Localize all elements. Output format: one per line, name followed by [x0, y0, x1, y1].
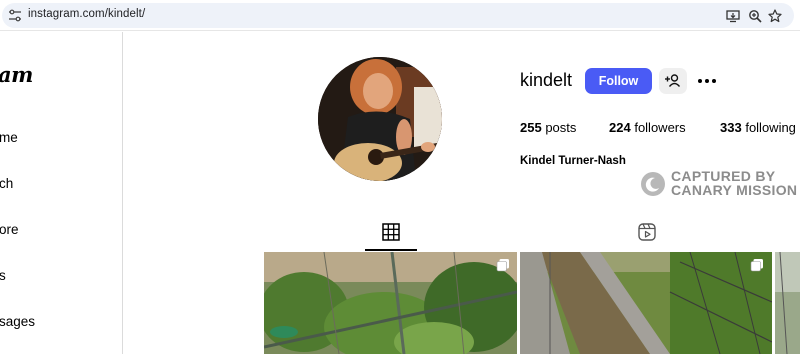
- post-thumbnail[interactable]: [775, 252, 800, 354]
- zoom-icon[interactable]: [748, 9, 762, 23]
- watermark-line1: CAPTURED BY: [671, 168, 776, 184]
- site-info-icon[interactable]: [8, 9, 22, 22]
- browser-toolbar: instagram.com/kindelt/: [0, 0, 800, 31]
- followers-count: 224: [609, 120, 631, 135]
- post-image-garden-trellis: [264, 252, 517, 354]
- url-text[interactable]: instagram.com/kindelt/: [28, 8, 145, 20]
- canary-logo-icon: [641, 172, 665, 196]
- post-image-partial: [775, 252, 800, 354]
- suggested-users-button[interactable]: [659, 68, 687, 94]
- active-tab-indicator: [365, 249, 417, 251]
- bookmark-star-icon[interactable]: [768, 9, 782, 23]
- sidebar-item-reels[interactable]: s: [0, 268, 6, 283]
- tab-reels[interactable]: [637, 222, 657, 250]
- canary-mission-watermark: CAPTURED BY CANARY MISSION: [641, 169, 800, 199]
- profile-full-name: Kindel Turner-Nash: [520, 155, 626, 167]
- tab-posts[interactable]: [381, 222, 401, 250]
- carousel-icon: [750, 259, 763, 272]
- grid-icon: [382, 223, 400, 241]
- instagram-logo[interactable]: am: [0, 62, 33, 87]
- more-icon: [698, 79, 716, 83]
- followers-label: followers: [634, 120, 686, 135]
- post-image-raised-bed: [520, 252, 772, 354]
- follow-button[interactable]: Follow: [585, 68, 652, 94]
- post-thumbnail[interactable]: [520, 252, 772, 354]
- install-app-icon[interactable]: [726, 9, 740, 23]
- sidebar-item-explore[interactable]: ore: [0, 222, 19, 237]
- add-user-icon: [665, 74, 681, 87]
- posts-count: 255: [520, 120, 542, 135]
- sidebar-item-search[interactable]: ch: [0, 176, 13, 191]
- following-stat[interactable]: 333 following: [720, 120, 796, 135]
- following-label: following: [745, 120, 796, 135]
- avatar-photo: [318, 57, 442, 181]
- profile-username: kindelt: [520, 70, 573, 90]
- posts-stat: 255 posts: [520, 120, 576, 135]
- posts-label: posts: [545, 120, 577, 135]
- watermark-line2: CANARY MISSION: [671, 182, 798, 198]
- sidebar: am me ch ore s sages: [0, 32, 123, 354]
- sidebar-item-messages[interactable]: sages: [0, 314, 35, 329]
- sidebar-item-home[interactable]: me: [0, 130, 18, 145]
- more-options-button[interactable]: [695, 70, 719, 92]
- followers-stat[interactable]: 224 followers: [609, 120, 686, 135]
- address-bar[interactable]: instagram.com/kindelt/: [2, 3, 794, 28]
- post-thumbnail[interactable]: [264, 252, 517, 354]
- carousel-icon: [496, 259, 509, 272]
- following-count: 333: [720, 120, 742, 135]
- reels-icon: [638, 223, 656, 241]
- profile-avatar[interactable]: [318, 57, 442, 181]
